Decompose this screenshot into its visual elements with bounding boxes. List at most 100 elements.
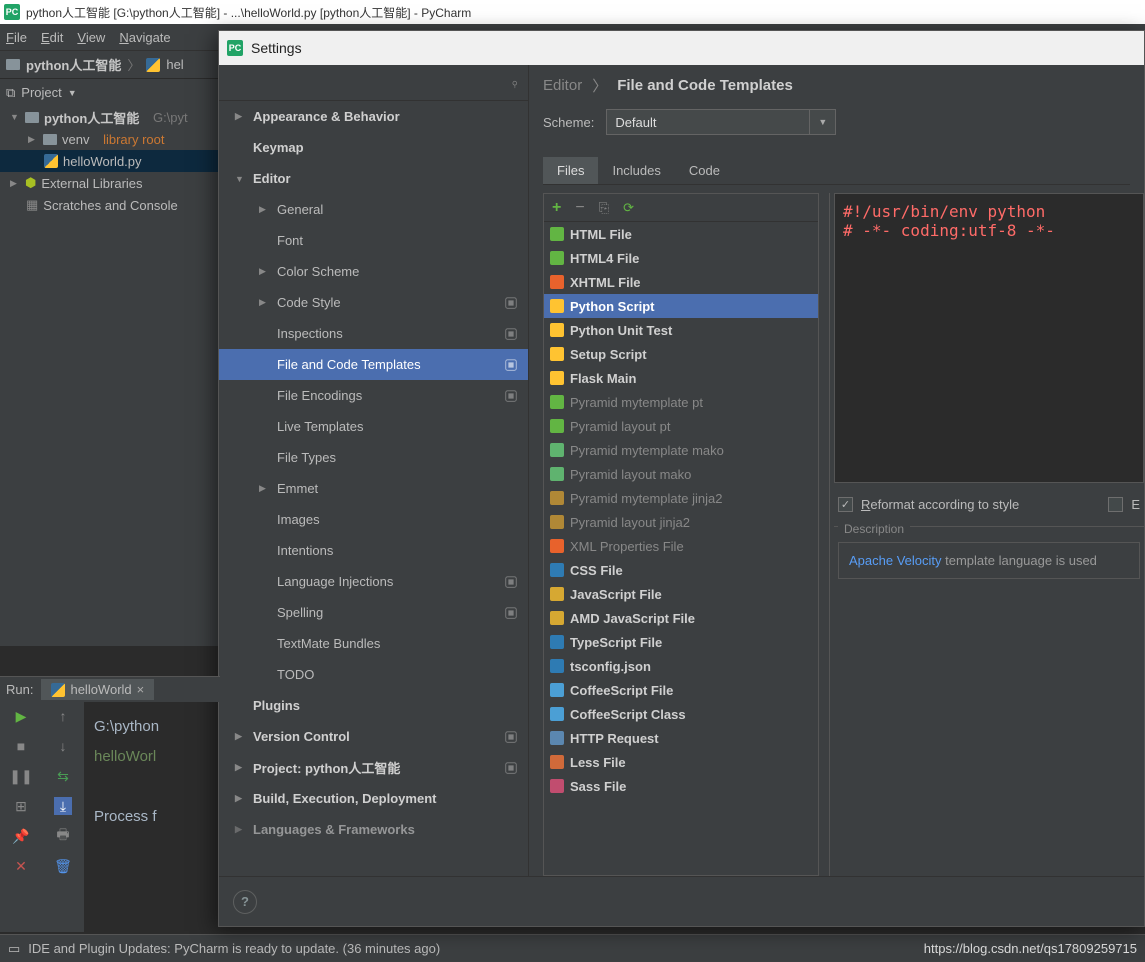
template-item[interactable]: Pyramid layout jinja2 — [544, 510, 818, 534]
template-item[interactable]: Pyramid mytemplate pt — [544, 390, 818, 414]
template-item[interactable]: Flask Main — [544, 366, 818, 390]
close-icon[interactable]: × — [137, 682, 145, 697]
pause-icon[interactable]: ❚❚ — [12, 767, 30, 785]
template-item[interactable]: TypeScript File — [544, 630, 818, 654]
nav-keymap[interactable]: Keymap — [219, 132, 528, 163]
file-type-icon — [550, 347, 564, 361]
template-item[interactable]: AMD JavaScript File — [544, 606, 818, 630]
nav-general[interactable]: ▶General — [219, 194, 528, 225]
template-item[interactable]: CSS File — [544, 558, 818, 582]
scheme-label: Scheme: — [543, 115, 594, 130]
nav-file-types[interactable]: File Types — [219, 442, 528, 473]
tab-includes[interactable]: Includes — [598, 157, 674, 184]
template-item[interactable]: CoffeeScript Class — [544, 702, 818, 726]
reformat-checkbox[interactable]: ✓ — [838, 497, 853, 512]
nav-emmet[interactable]: ▶Emmet — [219, 473, 528, 504]
file-type-icon — [550, 323, 564, 337]
tab-files[interactable]: Files — [543, 157, 598, 184]
print-icon[interactable]: 🖶 — [54, 827, 72, 845]
nav-spelling[interactable]: Spelling — [219, 597, 528, 628]
remove-template-icon[interactable]: − — [575, 199, 584, 217]
up-icon[interactable]: ↑ — [54, 707, 72, 725]
scheme-dropdown[interactable]: Default ▼ — [606, 109, 836, 135]
dump-icon[interactable]: ⊞ — [12, 797, 30, 815]
refresh-template-icon[interactable]: ⟳ — [623, 200, 634, 216]
nav-langfw[interactable]: ▶Languages & Frameworks — [219, 814, 528, 845]
down-icon[interactable]: ↓ — [54, 737, 72, 755]
file-type-icon — [550, 683, 564, 697]
project-view-icon: ⧉ — [6, 85, 15, 101]
run-label: Run: — [6, 682, 33, 697]
template-item[interactable]: Pyramid mytemplate mako — [544, 438, 818, 462]
close-run-icon[interactable]: ✕ — [12, 857, 30, 875]
breadcrumb-file[interactable]: hel — [166, 57, 183, 72]
nav-file-templates[interactable]: File and Code Templates — [219, 349, 528, 380]
status-icon[interactable]: ▭ — [8, 941, 20, 957]
help-icon[interactable]: ? — [233, 890, 257, 914]
rerun-icon[interactable]: ▶ — [12, 707, 30, 725]
template-item[interactable]: XML Properties File — [544, 534, 818, 558]
settings-dialog: PC Settings ⌕ ▶Appearance & Behavior Key… — [218, 30, 1145, 927]
nav-intentions[interactable]: Intentions — [219, 535, 528, 566]
settings-search-input[interactable] — [229, 75, 511, 90]
template-item[interactable]: Python Script — [544, 294, 818, 318]
add-template-icon[interactable]: + — [552, 199, 561, 217]
enable-label: E — [1131, 497, 1140, 512]
nav-color-scheme[interactable]: ▶Color Scheme — [219, 256, 528, 287]
template-item[interactable]: Setup Script — [544, 342, 818, 366]
menu-file[interactable]: File — [6, 30, 27, 45]
nav-encodings[interactable]: File Encodings — [219, 380, 528, 411]
run-tab-helloworld[interactable]: helloWorld × — [41, 679, 154, 700]
nav-editor[interactable]: ▼Editor — [219, 163, 528, 194]
template-item[interactable]: Less File — [544, 750, 818, 774]
file-type-icon — [550, 779, 564, 793]
template-item[interactable]: HTTP Request — [544, 726, 818, 750]
nav-images[interactable]: Images — [219, 504, 528, 535]
settings-search[interactable]: ⌕ — [219, 65, 528, 101]
template-item[interactable]: Python Unit Test — [544, 318, 818, 342]
soft-wrap-icon[interactable]: ⇆ — [54, 767, 72, 785]
nav-plugins[interactable]: Plugins — [219, 690, 528, 721]
menu-navigate[interactable]: Navigate — [119, 30, 170, 45]
stop-icon[interactable]: ■ — [12, 737, 30, 755]
scroll-icon[interactable]: ⤓ — [54, 797, 72, 815]
reformat-label: Reformat according to style — [861, 497, 1019, 512]
template-item[interactable]: CoffeeScript File — [544, 678, 818, 702]
template-item[interactable]: HTML File — [544, 222, 818, 246]
run-gutter-left: ▶ ■ ❚❚ ⊞ 📌 ✕ — [0, 677, 42, 932]
template-item[interactable]: Sass File — [544, 774, 818, 798]
copy-template-icon[interactable]: ⎘ — [599, 200, 609, 216]
template-item[interactable]: Pyramid layout pt — [544, 414, 818, 438]
trash-icon[interactable]: 🗑 — [54, 857, 72, 875]
template-item[interactable]: XHTML File — [544, 270, 818, 294]
nav-appearance[interactable]: ▶Appearance & Behavior — [219, 101, 528, 132]
nav-live-templates[interactable]: Live Templates — [219, 411, 528, 442]
nav-textmate[interactable]: TextMate Bundles — [219, 628, 528, 659]
template-item[interactable]: Pyramid mytemplate jinja2 — [544, 486, 818, 510]
nav-project[interactable]: ▶Project: python人工智能 — [219, 752, 528, 783]
nav-code-style[interactable]: ▶Code Style — [219, 287, 528, 318]
status-message[interactable]: IDE and Plugin Updates: PyCharm is ready… — [28, 941, 440, 956]
nav-todo[interactable]: TODO — [219, 659, 528, 690]
apache-velocity-link[interactable]: Apache Velocity — [849, 553, 942, 568]
enable-checkbox[interactable] — [1108, 497, 1123, 512]
template-item[interactable]: Pyramid layout mako — [544, 462, 818, 486]
template-item[interactable]: tsconfig.json — [544, 654, 818, 678]
nav-inspections[interactable]: Inspections — [219, 318, 528, 349]
breadcrumb-root[interactable]: python人工智能 — [26, 55, 121, 74]
menu-view[interactable]: View — [77, 30, 105, 45]
template-code-editor[interactable]: #!/usr/bin/env python # -*- coding:utf-8… — [834, 193, 1144, 483]
python-file-icon — [44, 154, 58, 168]
template-item[interactable]: HTML4 File — [544, 246, 818, 270]
tab-code[interactable]: Code — [675, 157, 734, 184]
project-dropdown-icon[interactable]: ▼ — [68, 88, 77, 98]
nav-vcs[interactable]: ▶Version Control — [219, 721, 528, 752]
pin-icon[interactable]: 📌 — [12, 827, 30, 845]
nav-lang-inj[interactable]: Language Injections — [219, 566, 528, 597]
nav-font[interactable]: Font — [219, 225, 528, 256]
menu-edit[interactable]: Edit — [41, 30, 63, 45]
nav-build[interactable]: ▶Build, Execution, Deployment — [219, 783, 528, 814]
template-item[interactable]: JavaScript File — [544, 582, 818, 606]
folder-icon — [25, 112, 39, 123]
project-label[interactable]: Project — [21, 85, 61, 100]
